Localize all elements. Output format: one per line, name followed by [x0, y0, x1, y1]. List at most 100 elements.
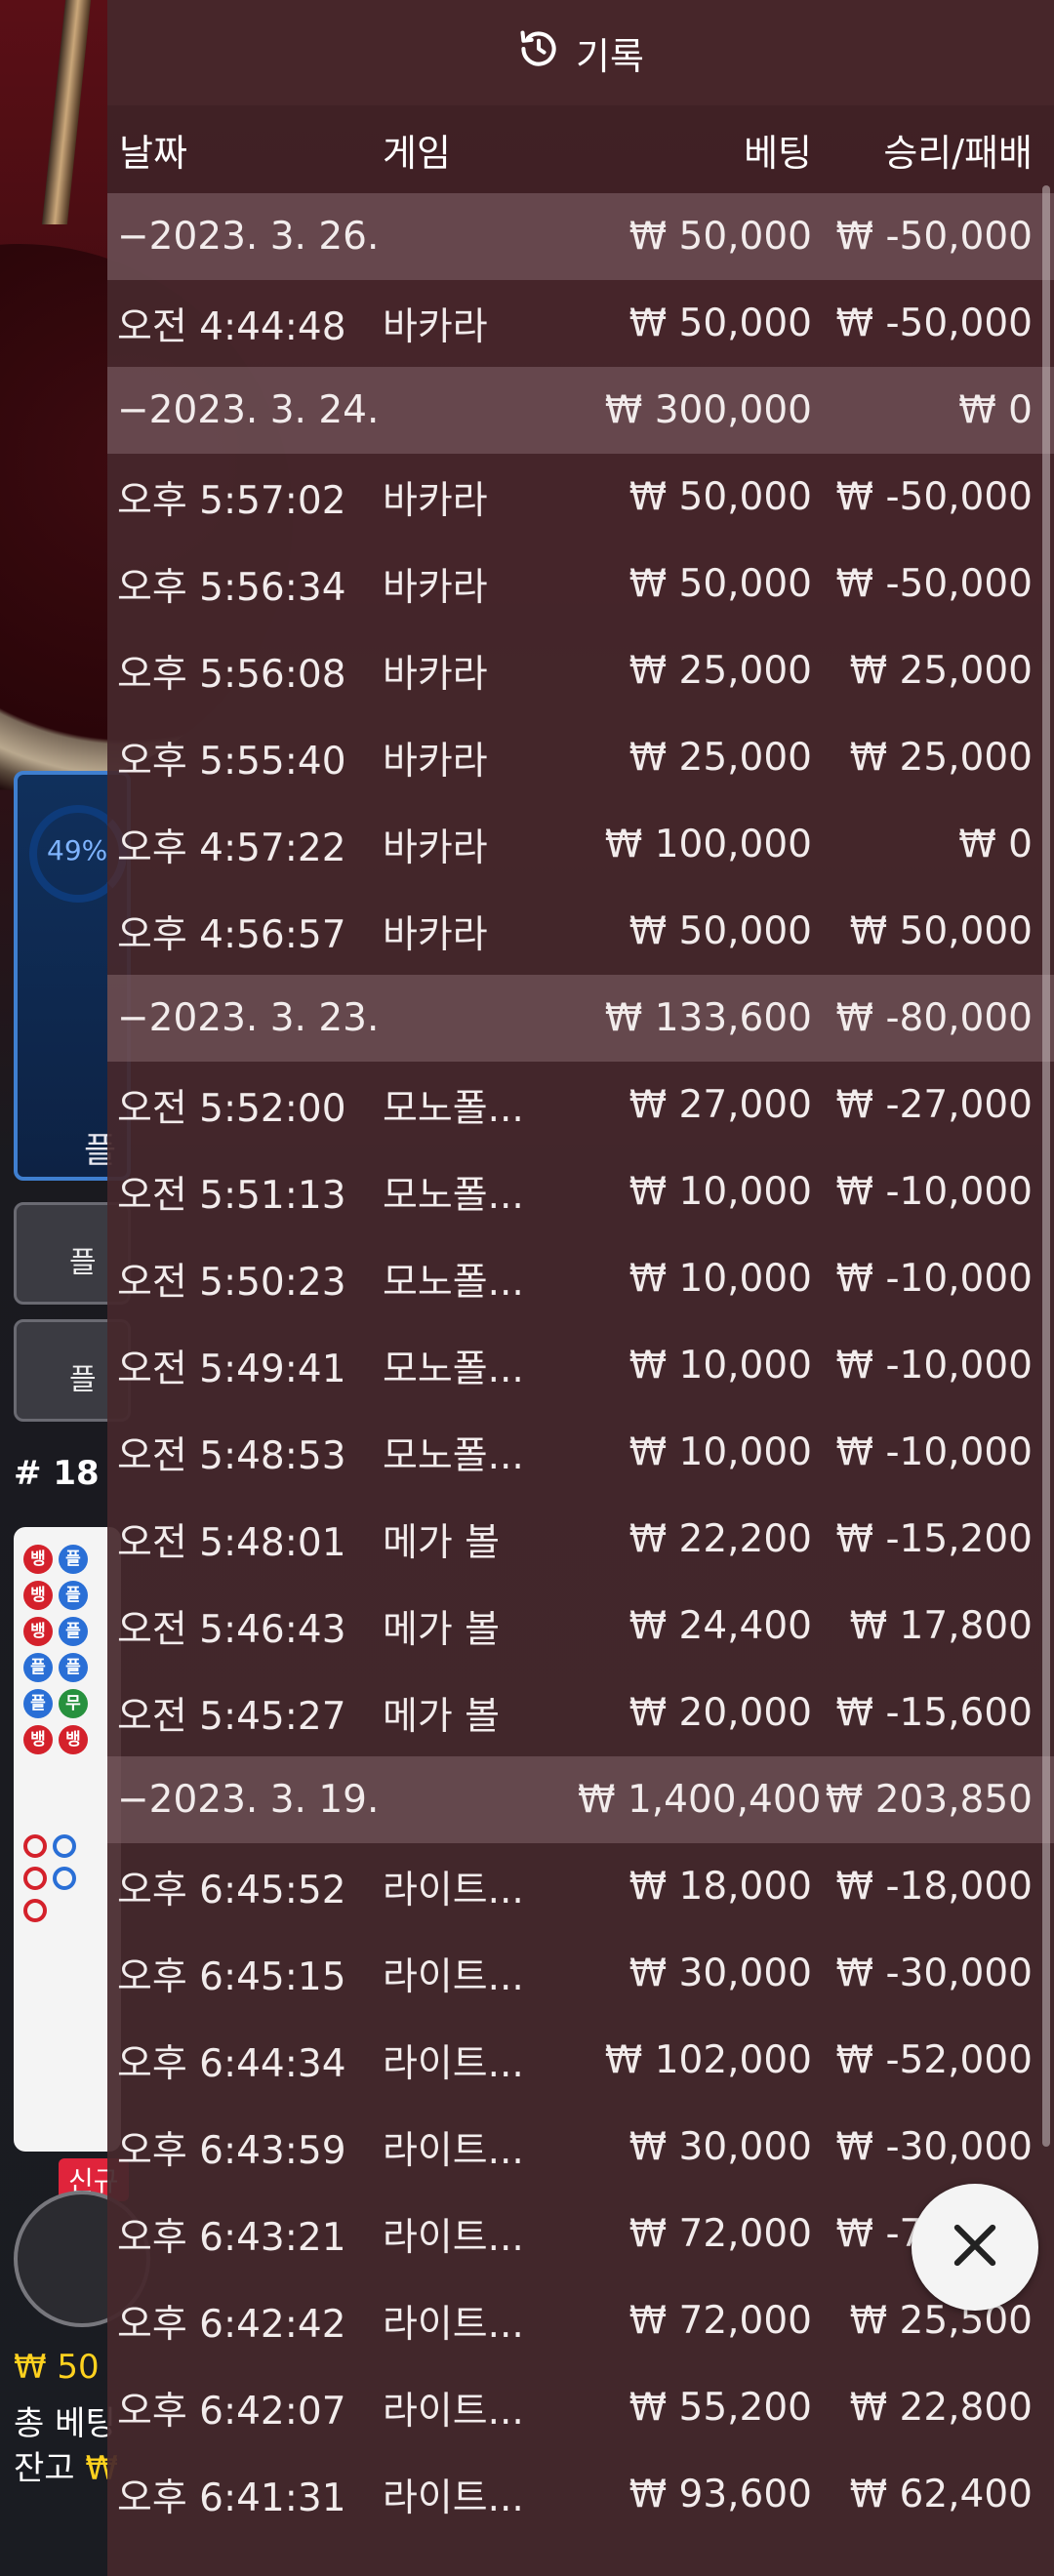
road-dot: 뱅	[23, 1617, 53, 1646]
time-cell: 오후 5:57:02	[117, 478, 346, 523]
balance-text: 잔고	[14, 2449, 75, 2488]
round-number: # 18	[14, 1454, 100, 1493]
result-amount: ₩ -18,000	[835, 1865, 1034, 1909]
bet-amount: ₩ 10,000	[628, 1257, 812, 1301]
scrollbar[interactable]	[1042, 185, 1050, 2147]
date-group-row[interactable]: −2023. 3. 24. ₩ 300,000 ₩ 0	[107, 367, 1054, 454]
bet-amount: ₩ 50,000	[628, 215, 812, 259]
big-road-mark	[53, 1867, 76, 1890]
bet-amount: ₩ 25,000	[628, 736, 812, 780]
game-cell: 라이트...	[383, 2215, 524, 2260]
time-cell: 오후 5:56:34	[117, 565, 346, 610]
time-cell: 오전 5:51:13	[117, 1173, 346, 1218]
game-cell: 라이트...	[383, 2475, 524, 2520]
bead-road: 뱅 플 뱅 플 뱅 플 플 플 플 무 뱅 뱅	[14, 1527, 121, 2152]
bet-amount: ₩ 10,000	[628, 1344, 812, 1388]
game-cell: 메가 볼	[383, 1607, 501, 1652]
column-header-bet: 베팅	[744, 131, 812, 175]
history-icon	[517, 27, 560, 79]
date-group-row[interactable]: −2023. 3. 19. ₩ 1,400,400 ₩ 203,850	[107, 1756, 1054, 1843]
result-amount: ₩ 25,000	[849, 649, 1033, 693]
result-amount: ₩ 25,500	[849, 2299, 1033, 2343]
time-cell: 오전 5:46:43	[117, 1607, 346, 1652]
bet-amount: ₩ 55,200	[628, 2386, 812, 2430]
bet-amount: ₩ 10,000	[628, 1430, 812, 1474]
road-dot: 뱅	[23, 1581, 53, 1610]
bet-amount: ₩ 10,000	[628, 1170, 812, 1214]
game-cell: 라이트...	[383, 1868, 524, 1912]
bet-amount: ₩ 72,000	[628, 2212, 812, 2256]
road-dot: 플	[59, 1653, 88, 1682]
big-road-mark	[53, 1834, 76, 1858]
time-cell: 오후 6:43:21	[117, 2215, 346, 2260]
history-row: 오전 5:45:27 메가 볼 ₩ 20,000 ₩ -15,600	[107, 1670, 1054, 1756]
result-amount: ₩ -30,000	[835, 1952, 1034, 1995]
road-dot: 플	[59, 1581, 88, 1610]
history-header: 기록	[107, 0, 1054, 105]
time-cell: 오전 5:48:53	[117, 1433, 346, 1478]
result-amount: ₩ 62,400	[849, 2473, 1033, 2516]
date-label: −2023. 3. 24.	[117, 388, 380, 432]
total-bet-label: 총 베팅	[14, 2396, 116, 2444]
road-dot: 플	[23, 1689, 53, 1718]
history-row: 오후 4:56:57 바카라 ₩ 50,000 ₩ 50,000	[107, 888, 1054, 975]
time-cell: 오후 6:45:15	[117, 1954, 346, 1999]
history-row: 오후 5:56:34 바카라 ₩ 50,000 ₩ -50,000	[107, 541, 1054, 627]
result-amount: ₩ -80,000	[835, 996, 1034, 1040]
result-amount: ₩ -50,000	[835, 475, 1034, 519]
bet-amount: ₩ 93,600	[628, 2473, 812, 2516]
table-decoration	[41, 0, 92, 224]
bet-amount: ₩ 102,000	[604, 2038, 812, 2082]
bet-amount: ₩ 72,000	[628, 2299, 812, 2343]
win-amount: ₩ 50	[14, 2348, 100, 2387]
result-amount: ₩ 22,800	[849, 2386, 1033, 2430]
date-group-row[interactable]: −2023. 3. 23. ₩ 133,600 ₩ -80,000	[107, 975, 1054, 1062]
game-cell: 라이트...	[383, 2302, 524, 2347]
game-cell: 바카라	[383, 912, 488, 957]
history-row: 오후 5:55:40 바카라 ₩ 25,000 ₩ 25,000	[107, 714, 1054, 801]
result-amount: ₩ -10,000	[835, 1257, 1034, 1301]
road-dot: 플	[59, 1617, 88, 1646]
bet-amount: ₩ 50,000	[628, 562, 812, 606]
game-cell: 바카라	[383, 825, 488, 870]
result-amount: ₩ 0	[958, 823, 1033, 866]
game-cell: 모노폴...	[383, 1347, 524, 1391]
result-amount: ₩ 203,850	[825, 1778, 1033, 1822]
close-icon	[945, 2215, 1005, 2279]
big-road-mark	[23, 1867, 47, 1890]
time-cell: 오전 4:44:48	[117, 304, 346, 349]
bet-amount: ₩ 50,000	[628, 475, 812, 519]
date-group-row[interactable]: −2023. 3. 26. ₩ 50,000 ₩ -50,000	[107, 193, 1054, 280]
history-row: 오후 6:43:59 라이트... ₩ 30,000 ₩ -30,000	[107, 2104, 1054, 2191]
history-list[interactable]: −2023. 3. 26. ₩ 50,000 ₩ -50,000 오전 4:44:48…	[107, 193, 1054, 2538]
time-cell: 오후 6:45:52	[117, 1868, 346, 1912]
result-amount: ₩ -10,000	[835, 1170, 1034, 1214]
time-cell: 오전 5:50:23	[117, 1260, 346, 1305]
road-dot: 뱅	[59, 1725, 88, 1754]
column-header-result: 승리/패배	[883, 131, 1033, 175]
time-cell: 오후 6:41:31	[117, 2475, 346, 2520]
bet-amount: ₩ 18,000	[628, 1865, 812, 1909]
history-row: 오후 6:42:42 라이트... ₩ 72,000 ₩ 25,500	[107, 2277, 1054, 2364]
bet-amount: ₩ 24,400	[628, 1604, 812, 1648]
bet-amount: ₩ 25,000	[628, 649, 812, 693]
close-button[interactable]	[912, 2184, 1038, 2311]
history-panel: 기록 날짜 게임 베팅 승리/패배 −2023. 3. 26. ₩ 50,000 ₩…	[107, 0, 1054, 2576]
result-amount: ₩ -15,200	[835, 1517, 1034, 1561]
game-cell: 모노폴...	[383, 1260, 524, 1305]
road-dot: 무	[59, 1689, 88, 1718]
game-cell: 메가 볼	[383, 1520, 501, 1565]
result-amount: ₩ -52,000	[835, 2038, 1034, 2082]
history-row: 오전 5:49:41 모노폴... ₩ 10,000 ₩ -10,000	[107, 1322, 1054, 1409]
history-row: 오후 6:44:34 라이트... ₩ 102,000 ₩ -52,000	[107, 2017, 1054, 2104]
column-header-game: 게임	[383, 131, 451, 175]
date-label: −2023. 3. 23.	[117, 996, 380, 1040]
history-row: 오후 5:56:08 바카라 ₩ 25,000 ₩ 25,000	[107, 627, 1054, 714]
history-row: 오전 4:44:48 바카라 ₩ 50,000 ₩ -50,000	[107, 280, 1054, 367]
road-dot: 플	[23, 1653, 53, 1682]
bet-amount: ₩ 50,000	[628, 302, 812, 345]
game-cell: 바카라	[383, 739, 488, 784]
bet-amount: ₩ 30,000	[628, 2125, 812, 2169]
result-amount: ₩ -50,000	[835, 562, 1034, 606]
road-dot: 플	[59, 1545, 88, 1574]
